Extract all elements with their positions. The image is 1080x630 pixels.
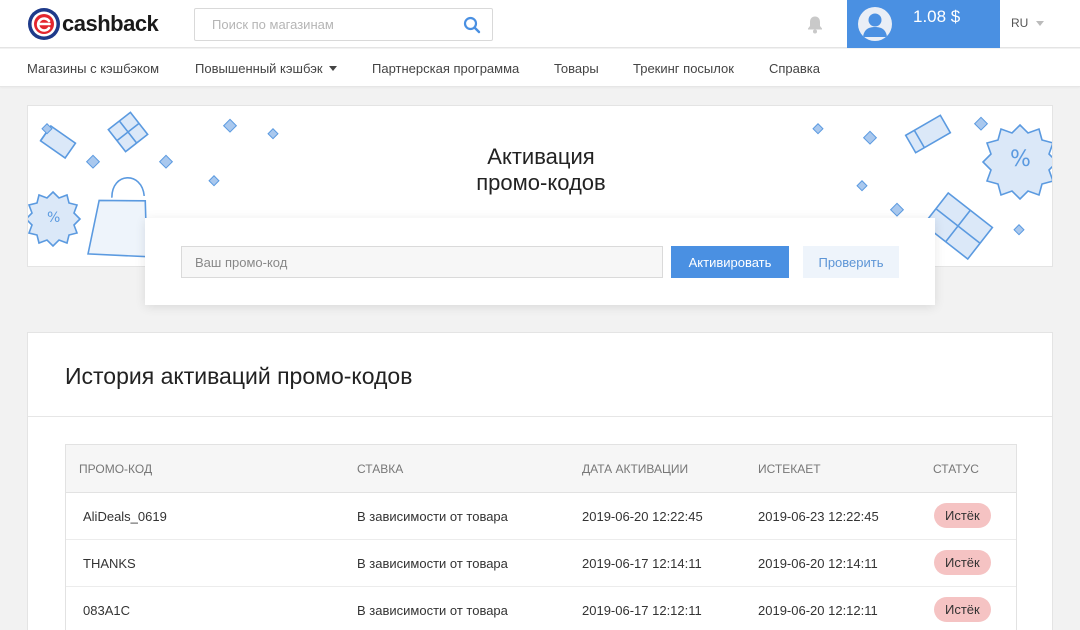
page-title-line1: Активация bbox=[487, 144, 595, 169]
cell-code: AliDeals_0619 bbox=[83, 509, 167, 524]
nav-item-parcel-tracking[interactable]: Трекинг посылок bbox=[633, 61, 734, 76]
activation-history: История активаций промо-кодов Промо-код … bbox=[27, 332, 1053, 630]
cell-code: 083A1C bbox=[83, 603, 130, 618]
bell-icon[interactable] bbox=[806, 15, 824, 34]
column-header-expires: Истекает bbox=[758, 462, 821, 476]
page-title-line2: промо-кодов bbox=[476, 170, 606, 195]
table-row: AliDeals_0619 В зависимости от товара 20… bbox=[66, 493, 1016, 540]
avatar bbox=[858, 7, 892, 41]
main-nav: Магазины с кэшбэком Повышенный кэшбэк Па… bbox=[0, 49, 1080, 87]
page-title: Активация промо-кодов bbox=[28, 144, 1052, 196]
search-input[interactable] bbox=[195, 9, 455, 40]
search-box bbox=[194, 8, 493, 41]
cell-code: THANKS bbox=[83, 556, 136, 571]
cell-expires: 2019-06-20 12:14:11 bbox=[758, 556, 878, 571]
cell-rate: В зависимости от товара bbox=[357, 556, 508, 571]
divider bbox=[28, 416, 1052, 417]
history-table: Промо-код Ставка Дата активации Истекает… bbox=[65, 444, 1017, 630]
status-badge: Истёк bbox=[934, 597, 991, 622]
status-badge: Истёк bbox=[934, 550, 991, 575]
top-header: cashback 1.08 $ RU bbox=[0, 0, 1080, 48]
column-header-status: Статус bbox=[933, 462, 979, 476]
language-selector[interactable]: RU bbox=[1011, 16, 1045, 30]
caret-down-icon bbox=[328, 66, 337, 71]
promo-code-input[interactable] bbox=[181, 246, 663, 278]
svg-text:%: % bbox=[47, 210, 60, 226]
activate-button[interactable]: Активировать bbox=[671, 246, 789, 278]
column-header-rate: Ставка bbox=[357, 462, 404, 476]
promo-code-form: Активировать Проверить bbox=[145, 218, 935, 305]
cell-activated: 2019-06-17 12:12:11 bbox=[582, 603, 702, 618]
cell-activated: 2019-06-20 12:22:45 bbox=[582, 509, 703, 524]
nav-item-products[interactable]: Товары bbox=[554, 61, 599, 76]
search-icon[interactable] bbox=[463, 16, 481, 34]
history-title: История активаций промо-кодов bbox=[65, 363, 413, 389]
logo-icon bbox=[28, 8, 60, 40]
table-row: THANKS В зависимости от товара 2019-06-1… bbox=[66, 540, 1016, 587]
cell-rate: В зависимости от товара bbox=[357, 509, 508, 524]
logo[interactable]: cashback bbox=[27, 7, 159, 41]
cell-expires: 2019-06-23 12:22:45 bbox=[758, 509, 879, 524]
balance-button[interactable]: 1.08 $ bbox=[847, 0, 1000, 48]
language-label: RU bbox=[1011, 16, 1029, 30]
balance-amount: 1.08 $ bbox=[913, 7, 961, 26]
check-button[interactable]: Проверить bbox=[803, 246, 899, 278]
cell-rate: В зависимости от товара bbox=[357, 603, 508, 618]
nav-item-increased-cashback[interactable]: Повышенный кэшбэк bbox=[195, 61, 337, 76]
logo-text: cashback bbox=[62, 11, 159, 36]
nav-item-cashback-stores[interactable]: Магазины с кэшбэком bbox=[27, 61, 159, 76]
nav-item-partner-program[interactable]: Партнерская программа bbox=[372, 61, 519, 76]
column-header-code: Промо-код bbox=[79, 462, 153, 476]
cell-activated: 2019-06-17 12:14:11 bbox=[582, 556, 702, 571]
column-header-activated: Дата активации bbox=[582, 462, 689, 476]
table-row: 083A1C В зависимости от товара 2019-06-1… bbox=[66, 587, 1016, 630]
table-header: Промо-код Ставка Дата активации Истекает… bbox=[66, 445, 1016, 493]
nav-item-label: Повышенный кэшбэк bbox=[195, 61, 323, 76]
cell-expires: 2019-06-20 12:12:11 bbox=[758, 603, 878, 618]
nav-item-help[interactable]: Справка bbox=[769, 61, 820, 76]
user-icon bbox=[863, 13, 887, 37]
status-badge: Истёк bbox=[934, 503, 991, 528]
chevron-down-icon bbox=[1036, 20, 1045, 26]
